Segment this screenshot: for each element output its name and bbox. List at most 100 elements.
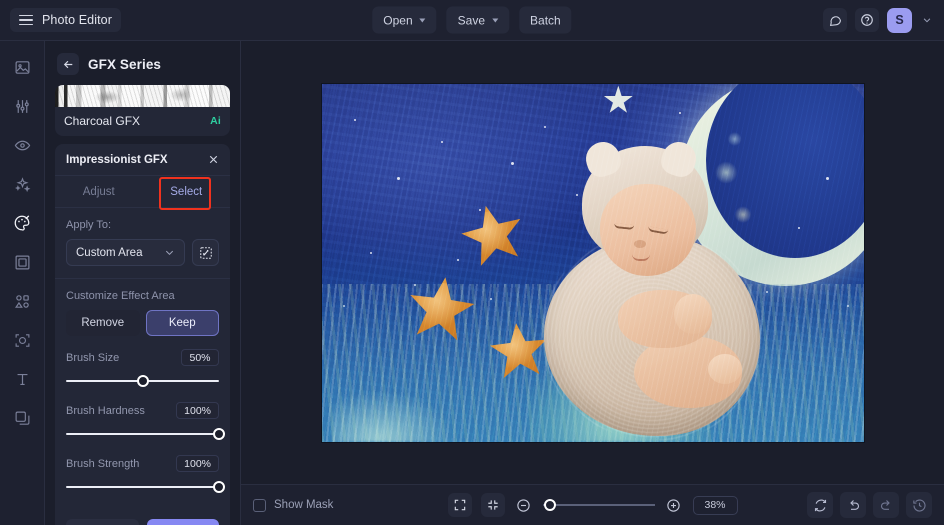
active-effect-header: Impressionist GFX	[55, 144, 230, 175]
customize-effect-area-section: Customize Effect Area Remove Keep Brush …	[55, 278, 230, 507]
shapes-icon	[14, 294, 29, 308]
baby-nose	[633, 239, 646, 248]
fit-screen-icon	[454, 499, 465, 511]
slider-handle[interactable]	[136, 375, 149, 387]
account-menu-button[interactable]	[920, 13, 934, 27]
canvas-stage: Show Mask 38%	[241, 41, 944, 525]
rail-item-text[interactable]	[8, 365, 36, 393]
help-button[interactable]	[855, 8, 879, 32]
effect-card-row: Charcoal GFX Ai	[55, 107, 230, 136]
fit-screen-button[interactable]	[447, 493, 472, 517]
bottom-bar: Show Mask 38%	[241, 484, 944, 525]
slider-handle[interactable]	[213, 428, 225, 440]
painting-teal-highlight-2	[332, 391, 452, 442]
help-circle-icon	[861, 14, 873, 26]
actual-size-button[interactable]	[480, 493, 505, 517]
rail-item-cutout[interactable]	[8, 326, 36, 354]
rail-item-preview[interactable]	[8, 131, 36, 159]
zoom-out-button[interactable]	[513, 495, 533, 515]
tab-adjust[interactable]: Adjust	[55, 176, 143, 207]
brush-hardness-label: Brush Hardness	[66, 404, 145, 417]
active-effect-title: Impressionist GFX	[66, 153, 168, 166]
mode-keep-button[interactable]: Keep	[145, 310, 219, 336]
top-bar: Photo Editor Open Save Batch S	[0, 0, 944, 41]
brush-strength-slider[interactable]	[66, 479, 225, 495]
cancel-button[interactable]: Cancel	[66, 519, 139, 525]
brush-hardness-slider[interactable]	[66, 426, 225, 442]
baby-mouth	[631, 254, 650, 261]
brush-hardness-head: Brush Hardness 100%	[66, 402, 219, 419]
save-button[interactable]: Save	[446, 6, 510, 34]
brush-strength-head: Brush Strength 100%	[66, 455, 219, 472]
panel-header: GFX Series	[45, 41, 240, 85]
layers-icon	[15, 411, 29, 425]
brush-size-value: 50%	[181, 349, 219, 366]
slider-handle[interactable]	[213, 481, 225, 493]
comment-icon	[829, 15, 841, 26]
rail-item-adjust[interactable]	[8, 92, 36, 120]
app-body: GFX Series Charcoal GFX Ai Impressionist…	[0, 41, 944, 525]
mode-remove-button[interactable]: Remove	[66, 310, 140, 336]
chevron-down-icon	[165, 250, 174, 256]
zoom-controls: 38%	[447, 493, 738, 517]
batch-button[interactable]: Batch	[519, 6, 572, 34]
canvas-area[interactable]	[241, 41, 944, 484]
brush-size-slider[interactable]	[66, 373, 219, 389]
customize-label: Customize Effect Area	[66, 290, 175, 302]
rail-item-shapes[interactable]	[8, 287, 36, 315]
effect-card-charcoal[interactable]: Charcoal GFX Ai	[55, 85, 230, 136]
apply-to-row: Custom Area	[66, 239, 219, 266]
zoom-slider-handle[interactable]	[544, 499, 557, 511]
crop-magic-icon	[15, 333, 29, 347]
app-menu-button[interactable]: Photo Editor	[10, 8, 121, 32]
show-mask-checkbox[interactable]	[253, 498, 266, 512]
close-effect-button[interactable]	[207, 153, 220, 166]
reset-button[interactable]	[807, 492, 833, 518]
show-mask-label: Show Mask	[274, 499, 334, 511]
chevron-down-icon	[419, 18, 426, 22]
undo-icon	[849, 499, 859, 510]
avatar[interactable]: S	[887, 7, 912, 33]
redo-icon	[880, 499, 890, 510]
app-title: Photo Editor	[42, 13, 112, 27]
redo-button[interactable]	[873, 492, 899, 518]
refresh-icon	[814, 499, 826, 511]
collapse-icon	[487, 500, 498, 510]
apply-button[interactable]: Apply	[146, 519, 219, 525]
chevron-down-icon	[492, 18, 499, 22]
rail-item-frame[interactable]	[8, 248, 36, 276]
rail-item-image[interactable]	[8, 53, 36, 81]
sparkles-icon	[14, 176, 30, 192]
history-button[interactable]	[906, 492, 932, 518]
zoom-in-button[interactable]	[663, 495, 683, 515]
apply-to-select[interactable]: Custom Area	[66, 239, 185, 266]
arrow-left-icon	[63, 60, 72, 68]
brush-hardness-value: 100%	[176, 402, 219, 419]
open-label: Open	[383, 13, 413, 27]
baby-hand	[673, 293, 712, 334]
feedback-button[interactable]	[823, 8, 847, 32]
rail-item-ai-effects[interactable]	[8, 170, 36, 198]
apply-to-label: Apply To:	[66, 219, 112, 231]
effect-name: Charcoal GFX	[64, 114, 141, 128]
zoom-slider[interactable]	[542, 498, 655, 512]
eye-icon	[14, 140, 30, 150]
undo-button[interactable]	[840, 492, 866, 518]
brush-strength-slider-block: Brush Strength 100%	[66, 455, 225, 495]
rail-item-layers[interactable]	[8, 404, 36, 432]
panel-back-button[interactable]	[57, 53, 79, 75]
tab-select[interactable]: Select	[143, 176, 231, 207]
brush-size-head: Brush Size 50%	[66, 349, 219, 366]
open-button[interactable]: Open	[372, 6, 437, 34]
zoom-value[interactable]: 38%	[692, 495, 738, 515]
artboard[interactable]	[321, 83, 864, 442]
tool-rail	[0, 41, 45, 525]
show-mask-toggle[interactable]: Show Mask	[253, 498, 334, 512]
baby-subject	[522, 137, 772, 440]
close-icon	[209, 155, 218, 164]
magic-select-button[interactable]	[192, 239, 219, 266]
plus-circle-icon	[667, 498, 680, 512]
rail-item-effects-palette[interactable]	[8, 209, 36, 237]
brush-size-label: Brush Size	[66, 351, 120, 364]
center-actions: Open Save Batch	[372, 6, 572, 34]
